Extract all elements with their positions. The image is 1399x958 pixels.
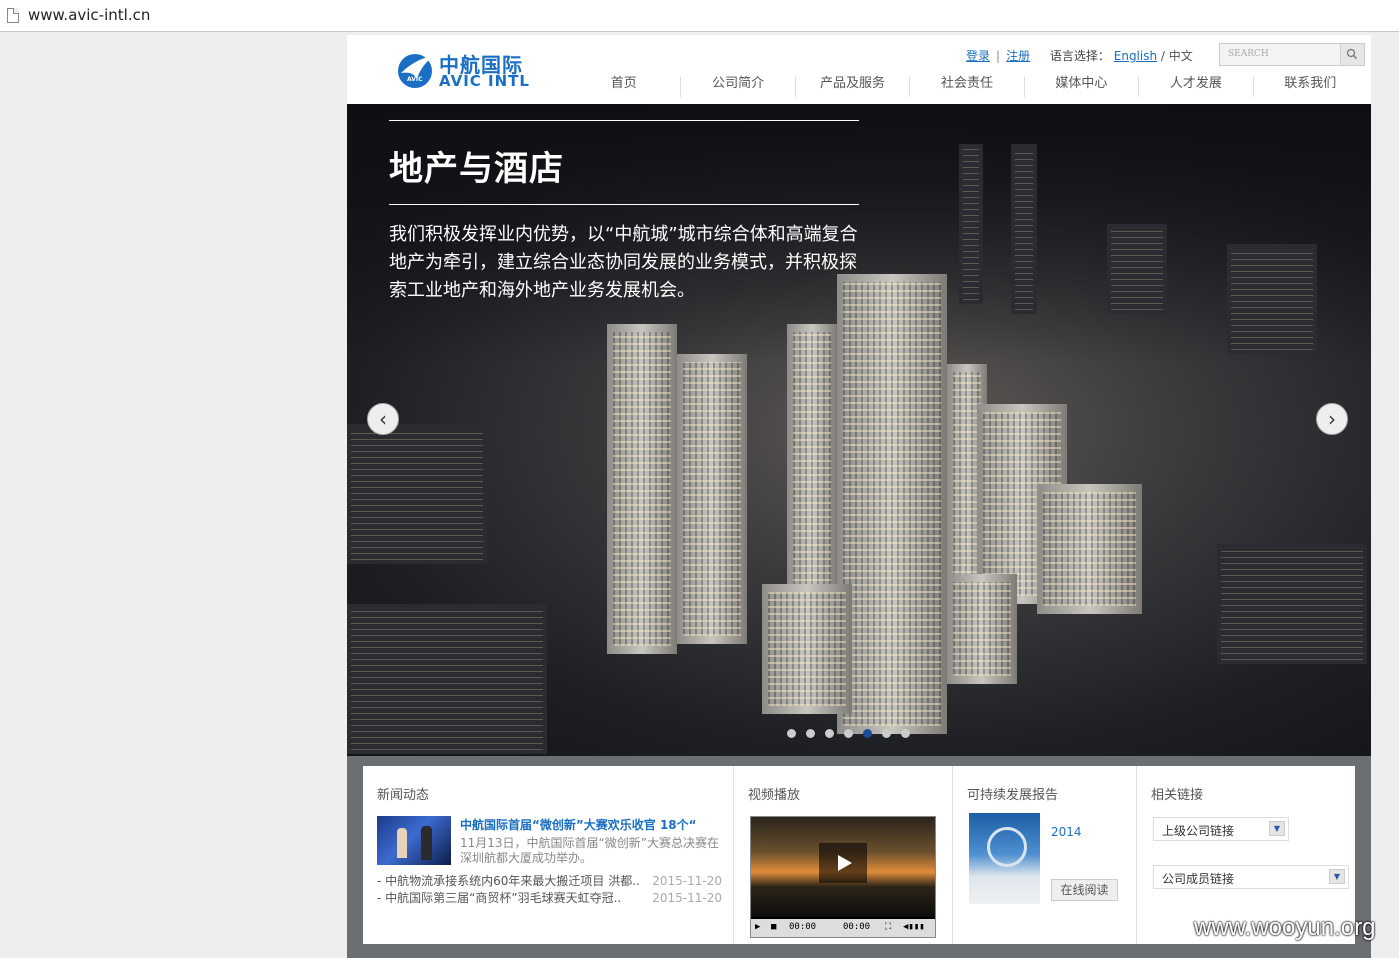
next-slide-button[interactable]: › xyxy=(1316,403,1348,435)
play-icon[interactable]: ▶ xyxy=(755,922,760,932)
hero-tower xyxy=(677,354,747,644)
hero-tower xyxy=(787,324,837,624)
magnifier-icon xyxy=(1346,48,1358,60)
nav-media[interactable]: 媒体中心 xyxy=(1025,77,1140,97)
hero-tower xyxy=(1037,484,1142,614)
play-button[interactable] xyxy=(819,843,867,883)
slide-dot[interactable] xyxy=(882,729,891,738)
news-item[interactable]: - 中航国际第三届“商贸杯”羽毛球赛天虹夺冠.. 2015-11-20 xyxy=(377,890,722,907)
hero-divider xyxy=(389,120,859,121)
chevron-down-icon: ▼ xyxy=(1329,869,1345,884)
lang-slash: / xyxy=(1160,49,1165,63)
language-label: 语言选择： xyxy=(1049,49,1110,63)
hero-caption: 地产与酒店 我们积极发挥业内优势，以“中航城”城市综合体和高端复合地产为牵引，建… xyxy=(389,120,859,305)
search-box: SEARCH xyxy=(1219,43,1365,66)
news-featured-title[interactable]: 中航国际首届“微创新”大赛欢乐收官 18个“ xyxy=(460,816,697,833)
nav-careers[interactable]: 人才发展 xyxy=(1139,77,1254,97)
member-company-select-value: 公司成员链接 xyxy=(1162,872,1235,886)
background-building xyxy=(1011,144,1037,314)
hero-tower xyxy=(837,274,947,734)
video-controls: ▶ ■ 00:00 00:00 ⛶ ◀▮▮▮ xyxy=(751,919,935,937)
report-cover[interactable] xyxy=(969,813,1040,904)
links-heading: 相关链接 xyxy=(1151,788,1204,803)
english-link[interactable]: English xyxy=(1114,49,1157,63)
news-item-title[interactable]: - 中航国际第三届“商贸杯”羽毛球赛天虹夺冠.. xyxy=(377,890,621,907)
background-building xyxy=(1217,544,1367,664)
watermark: www.wooyun.org xyxy=(1194,914,1376,941)
nav-csr[interactable]: 社会责任 xyxy=(910,77,1025,97)
svg-text:AVIC: AVIC xyxy=(407,76,423,83)
background-building xyxy=(959,144,983,304)
page-icon xyxy=(7,8,19,23)
parent-company-select[interactable]: 上级公司链接 ▼ xyxy=(1153,817,1289,841)
site-header: AVIC 中航国际 AVIC INTL 登录 | 注册 语言选择： English … xyxy=(347,35,1371,104)
logo-en-text: AVIC INTL xyxy=(439,72,530,90)
news-item-title[interactable]: - 中航物流承接系统内60年来最大搬迁项目 洪都.. xyxy=(377,873,640,890)
nav-about[interactable]: 公司简介 xyxy=(681,77,796,97)
top-links: 登录 | 注册 语言选择： English / 中文 xyxy=(966,47,1193,64)
hero-divider xyxy=(389,204,859,205)
chevron-down-icon: ▼ xyxy=(1269,821,1285,836)
background-building xyxy=(1107,224,1167,314)
nav-home[interactable]: 首页 xyxy=(567,77,682,97)
hero-title: 地产与酒店 xyxy=(389,149,564,189)
news-list: - 中航物流承接系统内60年来最大搬迁项目 洪都.. 2015-11-20 - 中… xyxy=(377,873,722,907)
read-online-button[interactable]: 在线阅读 xyxy=(1051,879,1118,901)
website: AVIC 中航国际 AVIC INTL 登录 | 注册 语言选择： English … xyxy=(347,35,1371,958)
report-year[interactable]: 2014 xyxy=(1051,825,1082,839)
report-panel: 可持续发展报告 2014 在线阅读 xyxy=(953,766,1137,944)
parent-company-select-value: 上级公司链接 xyxy=(1162,824,1235,838)
current-time: 00:00 xyxy=(789,922,817,932)
stop-icon[interactable]: ■ xyxy=(771,922,776,932)
video-heading: 视频播放 xyxy=(748,788,801,803)
background-building xyxy=(347,604,547,754)
chevron-left-icon: ‹ xyxy=(379,407,387,431)
member-company-select[interactable]: 公司成员链接 ▼ xyxy=(1153,865,1349,889)
fullscreen-icon[interactable]: ⛶ xyxy=(885,922,891,932)
search-button[interactable] xyxy=(1340,43,1365,66)
browser-address-bar[interactable]: www.avic-intl.cn xyxy=(0,0,1399,32)
hero-tower xyxy=(607,324,677,654)
news-heading: 新闻动态 xyxy=(377,788,430,803)
background-building xyxy=(1227,244,1317,354)
video-player[interactable]: ▶ ■ 00:00 00:00 ⛶ ◀▮▮▮ xyxy=(750,816,936,938)
slide-dot[interactable] xyxy=(863,729,872,738)
news-thumbnail[interactable] xyxy=(377,816,451,865)
register-link[interactable]: 注册 xyxy=(1006,49,1030,63)
login-link[interactable]: 登录 xyxy=(966,49,990,63)
news-item-date: 2015-11-20 xyxy=(652,874,722,888)
search-input[interactable]: SEARCH xyxy=(1219,43,1341,66)
avic-logo-icon: AVIC xyxy=(398,54,435,88)
news-item-date: 2015-11-20 xyxy=(652,891,722,905)
logo[interactable]: AVIC 中航国际 AVIC INTL xyxy=(395,49,535,91)
report-heading: 可持续发展报告 xyxy=(967,788,1059,803)
news-panel: 新闻动态 中航国际首届“微创新”大赛欢乐收官 18个“ 11月13日，中航国际首… xyxy=(363,766,734,944)
url-text[interactable]: www.avic-intl.cn xyxy=(28,6,150,24)
news-featured-summary: 11月13日，中航国际首届“微创新”大赛总决赛在深圳航都大厦成功举办。 xyxy=(460,836,719,865)
video-panel: 视频播放 ▶ ■ 00:00 00:00 ⛶ ◀▮▮▮ xyxy=(734,766,953,944)
hero-tower xyxy=(762,584,852,714)
hero-description: 我们积极发挥业内优势，以“中航城”城市综合体和高端复合地产为牵引，建立综合业态协… xyxy=(389,224,858,301)
background-building xyxy=(347,424,487,564)
nav-products[interactable]: 产品及服务 xyxy=(796,77,911,97)
volume-icon[interactable]: ◀▮▮▮ xyxy=(903,922,925,932)
main-nav: 首页 公司简介 产品及服务 社会责任 媒体中心 人才发展 联系我们 xyxy=(567,77,1367,97)
chevron-right-icon: › xyxy=(1328,407,1336,431)
slide-dot[interactable] xyxy=(787,729,796,738)
total-time: 00:00 xyxy=(843,922,871,932)
slide-dot[interactable] xyxy=(901,729,910,738)
slide-dot[interactable] xyxy=(844,729,853,738)
prev-slide-button[interactable]: ‹ xyxy=(367,403,399,435)
slide-dot[interactable] xyxy=(825,729,834,738)
chinese-link[interactable]: 中文 xyxy=(1169,49,1193,63)
hero-tower xyxy=(947,574,1017,684)
slide-dot[interactable] xyxy=(806,729,815,738)
slide-indicators xyxy=(787,729,920,738)
nav-contact[interactable]: 联系我们 xyxy=(1254,77,1367,97)
separator: | xyxy=(996,49,1001,63)
hero-slider[interactable]: 地产与酒店 我们积极发挥业内优势，以“中航城”城市综合体和高端复合地产为牵引，建… xyxy=(347,104,1371,756)
news-item[interactable]: - 中航物流承接系统内60年来最大搬迁项目 洪都.. 2015-11-20 xyxy=(377,873,722,890)
